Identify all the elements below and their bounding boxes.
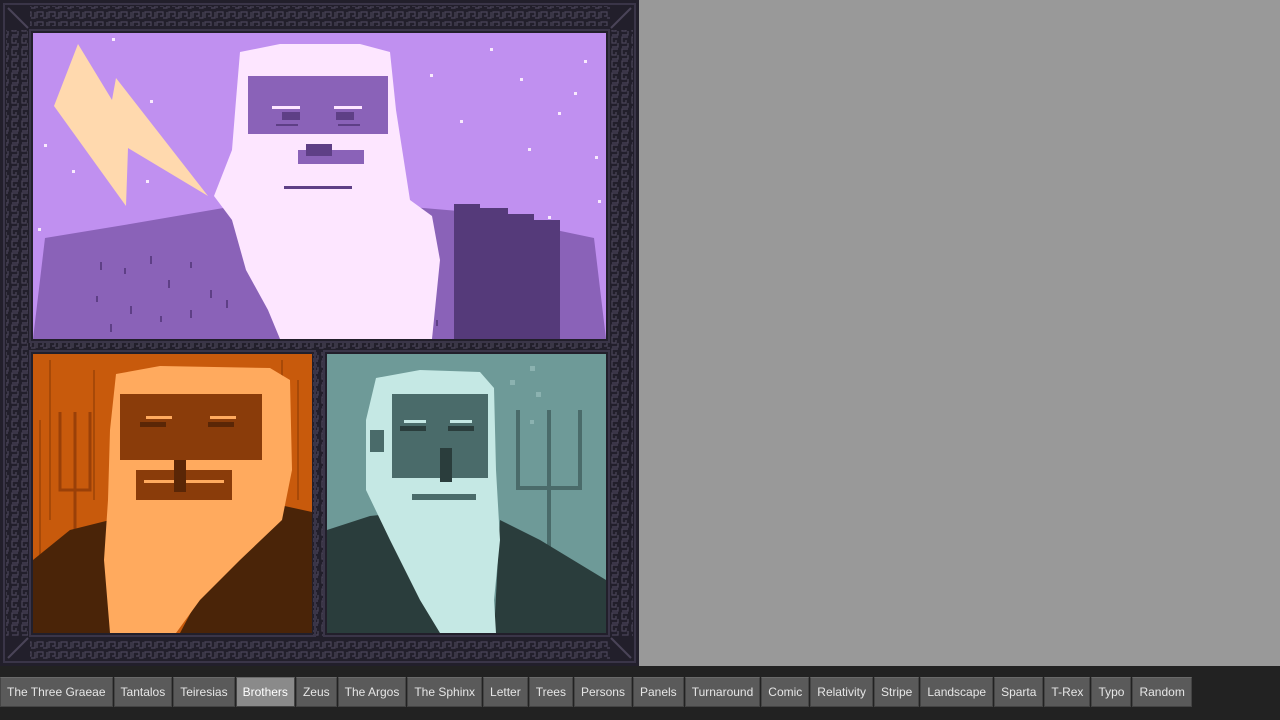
toolbar-button-letter[interactable]: Letter xyxy=(483,677,528,707)
toolbar-buttons: The Three Graeae Tantalos Teiresias Brother… xyxy=(0,677,1192,707)
poseidon-panel xyxy=(327,354,606,633)
toolbar-button-the-sphinx[interactable]: The Sphinx xyxy=(407,677,483,707)
stone-block xyxy=(454,204,560,339)
hades-panel xyxy=(33,354,312,633)
toolbar-button-trees[interactable]: Trees xyxy=(528,677,573,707)
toolbar-button-stripe[interactable]: Stripe xyxy=(873,677,920,707)
toolbar-button-brothers[interactable]: Brothers xyxy=(235,677,295,707)
toolbar-button-t-rex[interactable]: T-Rex xyxy=(1044,677,1091,707)
toolbar-button-zeus[interactable]: Zeus xyxy=(295,677,337,707)
toolbar-button-comic[interactable]: Comic xyxy=(761,677,810,707)
toolbar-button-the-three-graeae[interactable]: The Three Graeae xyxy=(0,677,113,707)
zeus-panel xyxy=(33,33,606,339)
toolbar-button-random[interactable]: Random xyxy=(1132,677,1192,707)
toolbar-button-panels[interactable]: Panels xyxy=(632,677,684,707)
toolbar-button-sparta[interactable]: Sparta xyxy=(994,677,1044,707)
toolbar-button-turnaround[interactable]: Turnaround xyxy=(684,677,761,707)
toolbar-button-typo[interactable]: Typo xyxy=(1091,677,1132,707)
toolbar: The Three Graeae Tantalos Teiresias Brother… xyxy=(0,666,1280,720)
toolbar-button-relativity[interactable]: Relativity xyxy=(810,677,873,707)
toolbar-button-tantalos[interactable]: Tantalos xyxy=(113,677,173,707)
toolbar-button-teiresias[interactable]: Teiresias xyxy=(173,677,235,707)
artwork-canvas xyxy=(0,0,639,666)
toolbar-button-landscape[interactable]: Landscape xyxy=(920,677,994,707)
toolbar-button-the-argos[interactable]: The Argos xyxy=(337,677,407,707)
toolbar-button-persons[interactable]: Persons xyxy=(573,677,632,707)
